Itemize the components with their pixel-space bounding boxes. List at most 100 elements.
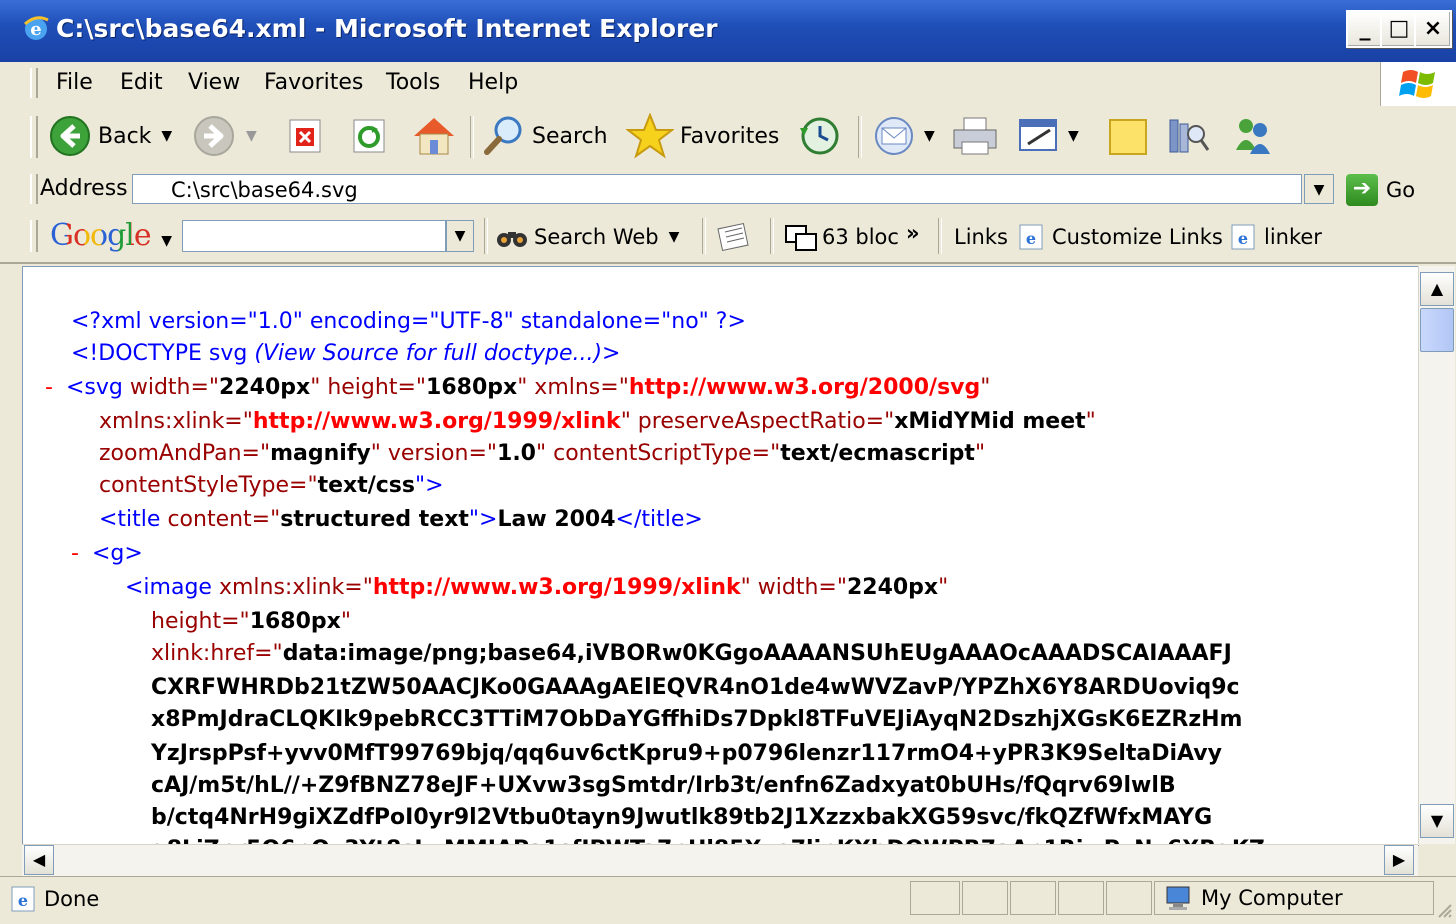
google-logo-text: Google <box>50 218 152 253</box>
svg-attr-line-3: zoomAndPan="magnify" version="1.0" conte… <box>99 441 986 466</box>
history-button[interactable] <box>796 112 842 160</box>
svg-text:e: e <box>18 891 28 910</box>
search-web-button[interactable]: Search Web ▼ <box>494 222 679 252</box>
horizontal-scrollbar[interactable]: ◀ ▶ <box>22 844 1418 877</box>
menu-edit[interactable]: Edit <box>112 68 171 98</box>
collapse-toggle[interactable]: - <box>45 375 53 400</box>
scroll-down-icon[interactable]: ▼ <box>1420 804 1454 838</box>
scroll-thumb[interactable] <box>1420 308 1454 352</box>
chevron-down-icon[interactable]: ▼ <box>161 233 172 249</box>
vertical-scrollbar[interactable]: ▲ ▼ <box>1418 266 1455 844</box>
svg-element-line: - <svg width="2240px" height="1680px" xm… <box>45 375 991 400</box>
favorites-button[interactable]: Favorites <box>626 112 779 160</box>
address-grip[interactable] <box>30 174 38 204</box>
chevron-down-icon[interactable]: ▼ <box>246 128 257 144</box>
close-button[interactable]: × <box>1414 10 1452 48</box>
windows-logo-icon <box>1380 62 1456 106</box>
customize-links-link[interactable]: e Customize Links <box>1016 222 1223 252</box>
scroll-up-icon[interactable]: ▲ <box>1420 272 1454 306</box>
menu-file[interactable]: File <box>48 68 101 98</box>
menu-tools[interactable]: Tools <box>378 68 448 98</box>
base64-line: b/ctq4NrH9giXZdfPoI0yr9l2Vtbu0tayn9Jwutl… <box>151 805 1213 830</box>
home-button[interactable] <box>410 112 458 160</box>
chevron-down-icon[interactable]: ▼ <box>161 128 172 144</box>
ie-page-icon: e <box>11 886 35 912</box>
toolbar-separator <box>770 218 774 254</box>
links-label[interactable]: Links <box>954 222 1008 252</box>
discuss-button[interactable] <box>1104 112 1152 160</box>
messenger-icon <box>1236 119 1270 154</box>
scroll-right-icon[interactable]: ▶ <box>1384 845 1414 875</box>
menu-grip[interactable] <box>30 68 38 98</box>
favorites-label: Favorites <box>680 123 780 149</box>
history-icon <box>800 117 839 155</box>
forward-button[interactable]: ▼ <box>192 112 257 160</box>
window-title: C:\src\base64.xml - Microsoft Internet E… <box>56 14 718 43</box>
search-icon <box>484 116 522 155</box>
search-label: Search <box>532 123 608 149</box>
svg-attr-line-4: contentStyleType="text/css"> <box>99 473 444 498</box>
linker-label: linker <box>1264 225 1322 249</box>
svg-attr-line-2: xmlns:xlink="http://www.w3.org/1999/xlin… <box>99 409 1096 434</box>
base64-line: x8PmJdraCLQKIk9pebRCC3TTiM7ObDaYGffhiDs7… <box>151 707 1243 732</box>
google-logo[interactable]: Google ▼ <box>50 218 172 253</box>
google-search-input[interactable] <box>182 220 446 252</box>
address-dropdown-icon[interactable]: ▼ <box>1304 174 1334 204</box>
chevron-down-icon[interactable]: ▼ <box>669 229 680 245</box>
scroll-left-icon[interactable]: ◀ <box>24 845 54 875</box>
title-bar: e C:\src\base64.xml - Microsoft Internet… <box>0 0 1456 62</box>
mail-button[interactable]: ▼ <box>872 112 935 160</box>
mail-icon <box>875 117 913 155</box>
ie-page-icon: e <box>1019 224 1043 250</box>
news-button[interactable] <box>714 222 754 252</box>
menu-bar: File Edit View Favorites Tools Help <box>0 62 1456 107</box>
minimize-button[interactable]: _ <box>1346 10 1384 48</box>
refresh-button[interactable] <box>350 112 390 160</box>
news-icon <box>717 222 749 252</box>
google-grip[interactable] <box>30 220 38 252</box>
chevron-down-icon[interactable]: ▼ <box>1068 128 1079 144</box>
address-input[interactable]: C:\src\base64.svg <box>132 174 1302 204</box>
research-icon <box>1169 119 1210 153</box>
status-pane <box>910 881 960 915</box>
toolbar-separator <box>470 116 474 158</box>
address-bar: Address C:\src\base64.svg ▼ ➔ Go <box>0 168 1456 213</box>
status-pane <box>1106 881 1152 915</box>
print-button[interactable] <box>950 112 1002 160</box>
back-button[interactable]: Back ▼ <box>48 112 172 160</box>
go-button[interactable]: ➔ Go <box>1346 174 1415 206</box>
menu-help[interactable]: Help <box>460 68 526 98</box>
computer-icon <box>1166 886 1190 910</box>
menu-view[interactable]: View <box>180 68 248 98</box>
search-button[interactable]: Search <box>482 112 608 160</box>
menu-favorites[interactable]: Favorites <box>256 68 371 98</box>
svg-text:e: e <box>1238 229 1248 248</box>
toolbar-grip[interactable] <box>30 116 38 158</box>
chevron-down-icon[interactable]: ▼ <box>924 128 935 144</box>
popup-blocker-button[interactable]: 63 bloc <box>784 222 899 252</box>
base64-line: CXRFWHRDb21tZW50AACJKo0GAAAgAElEQVR4nO1d… <box>151 675 1240 700</box>
collapse-toggle[interactable]: - <box>71 541 79 566</box>
research-button[interactable] <box>1164 112 1212 160</box>
base64-line: cAJ/m5t/hL//+Z9fBNZ78eJF+UXvw3sgSmtdr/Ir… <box>151 773 1176 798</box>
home-icon <box>414 118 454 155</box>
xml-document-view[interactable]: <?xml version="1.0" encoding="UTF-8" sta… <box>22 266 1419 846</box>
go-arrow-icon: ➔ <box>1346 174 1378 206</box>
image-href-line: xlink:href="data:image/png;base64,iVBORw… <box>151 641 1232 666</box>
back-label: Back <box>98 123 152 149</box>
edit-button[interactable]: ▼ <box>1016 112 1079 160</box>
zone-pane: My Computer <box>1154 881 1434 915</box>
toolbar-separator <box>702 218 706 254</box>
google-search-dropdown-icon[interactable]: ▼ <box>446 220 474 252</box>
status-bar: e Done My Computer <box>0 876 1456 919</box>
resize-grip-icon[interactable] <box>1436 899 1452 918</box>
messenger-button[interactable] <box>1228 112 1278 160</box>
maximize-button[interactable]: □ <box>1380 10 1418 48</box>
doctype-line: <!DOCTYPE svg (View Source for full doct… <box>71 341 621 366</box>
xml-declaration: <?xml version="1.0" encoding="UTF-8" sta… <box>71 309 746 334</box>
chevron-more-icon[interactable]: » <box>906 218 920 248</box>
back-arrow-icon <box>50 116 90 156</box>
search-web-label: Search Web <box>534 225 659 249</box>
stop-button[interactable] <box>286 112 326 160</box>
linker-link[interactable]: e linker <box>1228 222 1322 252</box>
